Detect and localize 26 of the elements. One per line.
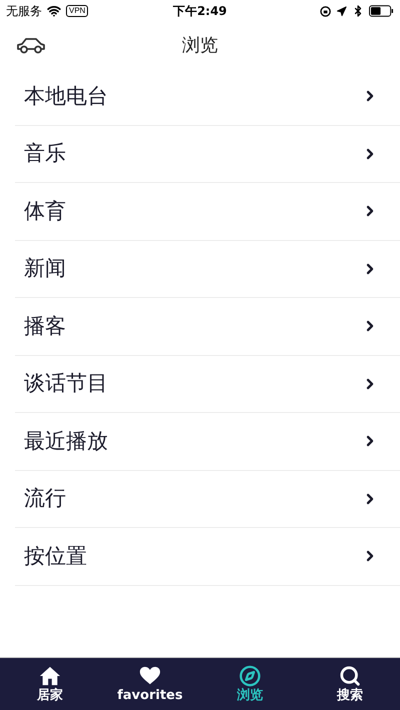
category-item[interactable]: 播客 [15, 298, 400, 356]
search-icon [339, 664, 361, 686]
header-title: 浏览 [182, 34, 218, 58]
tab-button[interactable]: 搜索 [300, 658, 400, 710]
location-icon [336, 6, 347, 16]
category-item[interactable]: 新闻 [15, 240, 400, 298]
battery-icon [368, 5, 394, 17]
category-item[interactable]: 按位置 [15, 528, 400, 586]
carrier-text: 无服务 [6, 3, 42, 20]
category-item[interactable]: 最近播放 [15, 413, 400, 470]
category-item[interactable]: 谈话节目 [15, 356, 400, 413]
category-item[interactable]: 流行 [15, 470, 400, 528]
wifi-icon [47, 4, 61, 18]
status-time: 下午2:49 [173, 3, 227, 20]
tab-button[interactable]: 浏览 [200, 658, 300, 710]
tab-button[interactable]: 居家 [0, 658, 100, 710]
category-item[interactable]: 音乐 [15, 126, 400, 183]
rotation-lock-icon [320, 6, 331, 16]
category-item[interactable]: 本地电台 [15, 68, 400, 126]
heart-icon [139, 664, 161, 686]
vpn-badge: VPN [66, 5, 88, 17]
tab-button[interactable]: favorites [100, 658, 200, 710]
car-icon[interactable] [16, 36, 46, 54]
compass-icon [239, 664, 261, 686]
category-item[interactable]: 体育 [15, 183, 400, 240]
home-icon [39, 664, 61, 686]
